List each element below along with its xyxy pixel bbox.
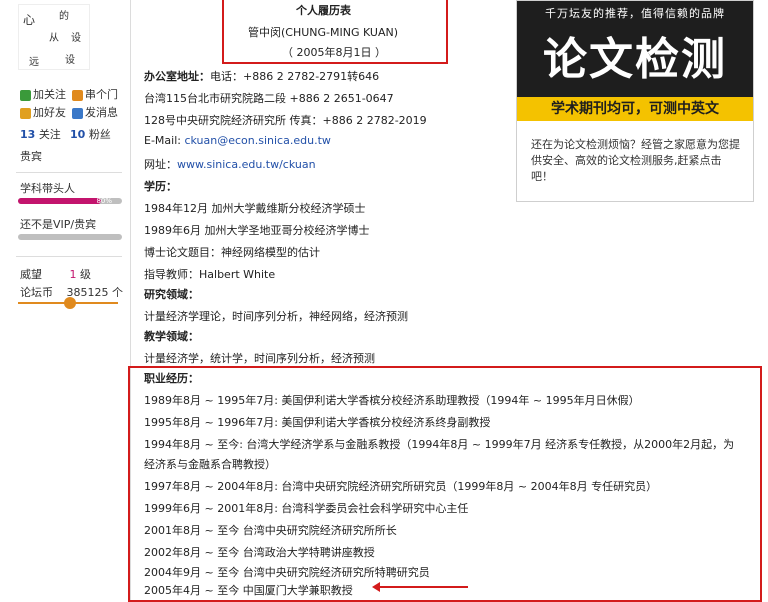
office-line1: 办公室地址：电话：+886 2 2782-2791转646 — [144, 70, 380, 83]
career-item: 2002年8月 ~ 至今 台湾政治大学特聘讲座教授 — [144, 546, 375, 559]
web-line: 网址：www.sinica.edu.tw/ckuan — [144, 158, 316, 171]
visit-button[interactable]: 串个门 — [72, 86, 118, 102]
education-heading: 学历： — [144, 180, 177, 193]
teaching-heading: 教学领域： — [144, 330, 199, 343]
career-heading: 职业经历： — [144, 372, 199, 385]
education-item: 1989年6月 加州大学圣地亚哥分校经济学博士 — [144, 224, 370, 237]
office-line2: 台湾115台北市研究院路二段 +886 2 2651-0647 — [144, 92, 394, 105]
career-item: 1994年8月 ~ 至今: 台湾大学经济学系与金融系教授（1994年8月 ~ 1… — [144, 438, 735, 451]
rank-progress-fill — [18, 198, 102, 204]
research-heading: 研究领域： — [144, 288, 199, 301]
user-sidebar: 心 的 从 设 远 设 加关注 串个门 加好友 发消息 13 关注 10 粉丝 … — [0, 0, 131, 602]
education-item: 指导教师：Halbert White — [144, 268, 276, 281]
research-text: 计量经济学理论，时间序列分析，神经网络，经济预测 — [144, 310, 408, 323]
office-line3: 128号中央研究院经济研究所 传真：+886 2 2782-2019 — [144, 114, 427, 127]
chevron-down-icon[interactable] — [64, 297, 76, 309]
email-line: E-Mail: ckuan@econ.sinica.edu.tw — [144, 134, 331, 147]
career-item: 1995年8月 ~ 1996年7月: 美国伊利诺大学香槟分校经济系终身副教授 — [144, 416, 491, 429]
add-friend-button[interactable]: 加好友 — [20, 104, 66, 120]
resume-title: 个人履历表 — [296, 4, 351, 17]
follow-button[interactable]: 加关注 — [20, 86, 66, 102]
career-item: 2001年8月 ~ 至今 台湾中央研究院经济研究所所长 — [144, 524, 397, 537]
plus-icon — [20, 89, 31, 101]
ad-yellow-banner: 学术期刊均可，可测中英文 — [517, 97, 753, 121]
resume-date: （ 2005年8月1日 ） — [282, 46, 386, 59]
career-item: 2004年9月 ~ 至今 台湾中央研究院经济研究所特聘研究员 — [144, 566, 430, 579]
follow-stat[interactable]: 13 关注 — [20, 126, 61, 142]
career-item: 1999年6月 ~ 2001年8月: 台湾科学委员会社会科学研究中心主任 — [144, 502, 469, 515]
ad-text[interactable]: 还在为论文检测烦恼？经管之家愿意为您提供安全、高效的论文检测服务,赶紧点击吧！ — [531, 137, 741, 185]
education-item: 1984年12月 加州大学戴维斯分校经济学硕士 — [144, 202, 366, 215]
rank-label: 学科带头人 — [20, 182, 75, 195]
vip-progress-bar — [18, 234, 122, 240]
career-item: 2005年4月 ~ 至今 中国厦门大学兼职教授 — [144, 584, 353, 597]
teaching-text: 计量经济学，统计学，时间序列分析，经济预测 — [144, 352, 375, 365]
rank-progress-bar: 80% — [18, 197, 122, 205]
email-link[interactable]: ckuan@econ.sinica.edu.tw — [184, 134, 330, 147]
education-item: 博士论文题目：神经网络模型的估计 — [144, 246, 320, 259]
prestige-stat: 威望 1 级 — [20, 268, 91, 281]
envelope-icon — [72, 107, 83, 119]
vip-label[interactable]: 还不是VIP/贵宾 — [20, 216, 96, 232]
ad-headline: 论文检测 — [543, 34, 727, 85]
resume-name: 管中闵(CHUNG-MING KUAN) — [248, 26, 399, 39]
career-item: 1997年8月 ~ 2004年8月: 台湾中央研究院经济研究所研究员（1999年… — [144, 480, 658, 493]
ad-banner[interactable]: 千万坛友的推荐，值得信赖的品牌 论文检测 学术期刊均可，可测中英文 — [517, 1, 753, 121]
message-button[interactable]: 发消息 — [72, 104, 118, 120]
fans-stat[interactable]: 10 粉丝 — [70, 126, 111, 142]
avatar-calligraphy: 心 — [23, 13, 36, 27]
avatar[interactable]: 心 的 从 设 远 设 — [18, 4, 90, 70]
ad-panel[interactable]: 千万坛友的推荐，值得信赖的品牌 论文检测 学术期刊均可，可测中英文 还在为论文检… — [516, 0, 754, 202]
person-add-icon — [20, 107, 31, 119]
career-item: 经济系与金融系合聘教授） — [144, 458, 276, 471]
career-item: 1989年8月 ~ 1995年7月: 美国伊利诺大学香槟分校经济系助理教授（19… — [144, 394, 640, 407]
arrow-left-icon — [372, 582, 468, 592]
ad-slogan: 千万坛友的推荐，值得信赖的品牌 — [545, 7, 725, 20]
web-link[interactable]: www.sinica.edu.tw/ckuan — [177, 158, 316, 171]
home-icon — [72, 89, 83, 101]
guest-label: 贵宾 — [20, 150, 42, 163]
